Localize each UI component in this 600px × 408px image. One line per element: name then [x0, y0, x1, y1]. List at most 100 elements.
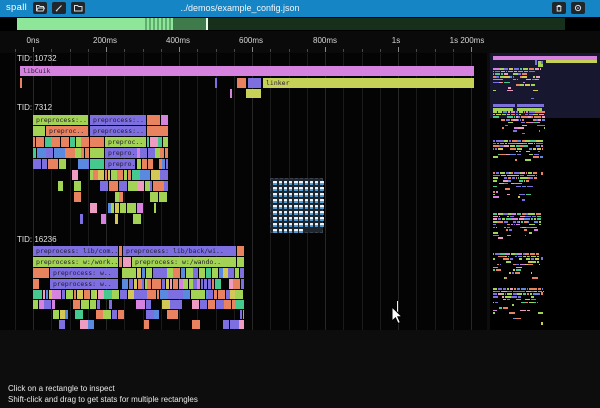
flame-rect[interactable] — [208, 279, 211, 289]
flame-bar[interactable] — [230, 89, 232, 98]
flame-rect[interactable] — [525, 84, 530, 86]
flame-rect[interactable] — [532, 79, 535, 81]
flame-rect[interactable] — [140, 148, 147, 158]
flame-rect[interactable] — [529, 232, 533, 234]
event-dot[interactable] — [315, 223, 318, 227]
flame-rect[interactable] — [530, 177, 533, 179]
flame-rect[interactable] — [507, 194, 510, 196]
flame-rect[interactable] — [216, 300, 224, 309]
flame-rect[interactable] — [493, 194, 495, 196]
flame-bar[interactable]: preprocess: w:/work.. — [33, 257, 118, 267]
flame-rect[interactable] — [93, 170, 97, 180]
flame-bar[interactable] — [237, 257, 244, 267]
event-dot[interactable] — [279, 181, 282, 185]
flame-bar[interactable]: preprocess: lib/com.. — [33, 246, 118, 256]
flame-rect[interactable] — [111, 203, 114, 213]
flame-rect[interactable] — [206, 268, 211, 278]
flame-rect[interactable] — [496, 76, 499, 78]
flame-rect[interactable] — [493, 196, 499, 198]
flame-rect[interactable] — [512, 177, 515, 179]
flame-bar[interactable] — [119, 246, 122, 256]
flame-rect[interactable] — [518, 296, 521, 298]
flame-rect[interactable] — [516, 269, 522, 271]
flame-rect[interactable] — [65, 310, 68, 319]
flame-rect[interactable] — [59, 159, 67, 169]
flame-rect[interactable] — [108, 203, 111, 213]
event-dot[interactable] — [279, 205, 282, 209]
flame-rect[interactable] — [521, 288, 527, 290]
flame-rect[interactable] — [507, 90, 513, 92]
open-file-icon[interactable] — [33, 2, 47, 14]
flame-rect[interactable] — [542, 288, 543, 290]
flame-rect[interactable] — [61, 137, 70, 147]
flame-rect[interactable] — [115, 214, 118, 224]
flame-rect[interactable] — [532, 277, 537, 279]
flame-rect[interactable] — [528, 261, 531, 263]
flame-rect[interactable] — [540, 156, 543, 158]
flame-rect[interactable] — [522, 186, 527, 188]
event-dot[interactable] — [284, 193, 287, 197]
flame-rect[interactable] — [499, 183, 503, 185]
flame-rect[interactable] — [502, 114, 506, 116]
flame-rect[interactable] — [120, 290, 128, 299]
event-dot[interactable] — [310, 199, 313, 203]
event-dot[interactable] — [299, 193, 302, 197]
flame-rect[interactable] — [504, 82, 510, 84]
flame-rect[interactable] — [519, 258, 522, 260]
flame-rect[interactable] — [146, 268, 152, 278]
event-dot[interactable] — [289, 181, 292, 185]
flame-rect[interactable] — [504, 183, 508, 185]
flame-rect[interactable] — [530, 140, 535, 142]
flame-rect[interactable] — [514, 172, 520, 174]
flame-rect[interactable] — [536, 140, 539, 142]
event-dot[interactable] — [294, 205, 297, 209]
flame-rect[interactable] — [537, 148, 542, 150]
event-dot[interactable] — [315, 217, 318, 221]
flame-rect[interactable] — [501, 119, 505, 121]
flame-rect[interactable] — [510, 288, 514, 290]
flame-rect[interactable] — [534, 177, 537, 179]
event-dot[interactable] — [305, 211, 308, 215]
event-dot[interactable] — [289, 193, 292, 197]
event-dot[interactable] — [305, 193, 308, 197]
flame-rect[interactable] — [499, 216, 500, 218]
flame-rect[interactable] — [504, 68, 508, 70]
flame-rect[interactable] — [522, 125, 527, 127]
flame-rect[interactable] — [521, 116, 526, 118]
flame-rect[interactable] — [75, 148, 80, 158]
flame-rect[interactable] — [533, 293, 538, 295]
event-dot[interactable] — [320, 223, 323, 227]
event-dot[interactable] — [273, 199, 276, 203]
flame-rect[interactable] — [528, 213, 531, 215]
event-dot[interactable] — [284, 217, 287, 221]
flame-rect[interactable] — [226, 290, 230, 299]
flame-rect[interactable] — [519, 151, 521, 153]
event-dot[interactable] — [320, 199, 323, 203]
flame-rect[interactable] — [542, 148, 543, 150]
flame-rect[interactable] — [90, 170, 93, 180]
flame-rect[interactable] — [517, 79, 518, 81]
flame-bar[interactable]: preproc.. — [46, 126, 88, 136]
flame-rect[interactable] — [544, 127, 545, 129]
flame-rect[interactable] — [119, 192, 123, 202]
flame-rect[interactable] — [541, 125, 544, 127]
flame-rect[interactable] — [134, 279, 138, 289]
event-dot[interactable] — [294, 181, 297, 185]
flame-bar[interactable] — [33, 268, 49, 278]
flame-rect[interactable] — [55, 310, 59, 319]
flame-rect[interactable] — [76, 137, 81, 147]
flame-rect[interactable] — [160, 290, 168, 299]
flame-rect[interactable] — [534, 291, 537, 293]
event-dot[interactable] — [305, 199, 308, 203]
flame-rect[interactable] — [531, 98, 534, 100]
flame-rect[interactable] — [521, 302, 524, 304]
flame-rect[interactable] — [75, 310, 83, 319]
flame-rect[interactable] — [214, 290, 217, 299]
flame-rect[interactable] — [507, 116, 513, 118]
flame-rect[interactable] — [516, 114, 519, 116]
flame-rect[interactable] — [133, 268, 136, 278]
flame-rect[interactable] — [183, 279, 188, 289]
flame-rect[interactable] — [193, 268, 198, 278]
flame-rect[interactable] — [537, 218, 541, 220]
event-dot[interactable] — [279, 199, 282, 203]
